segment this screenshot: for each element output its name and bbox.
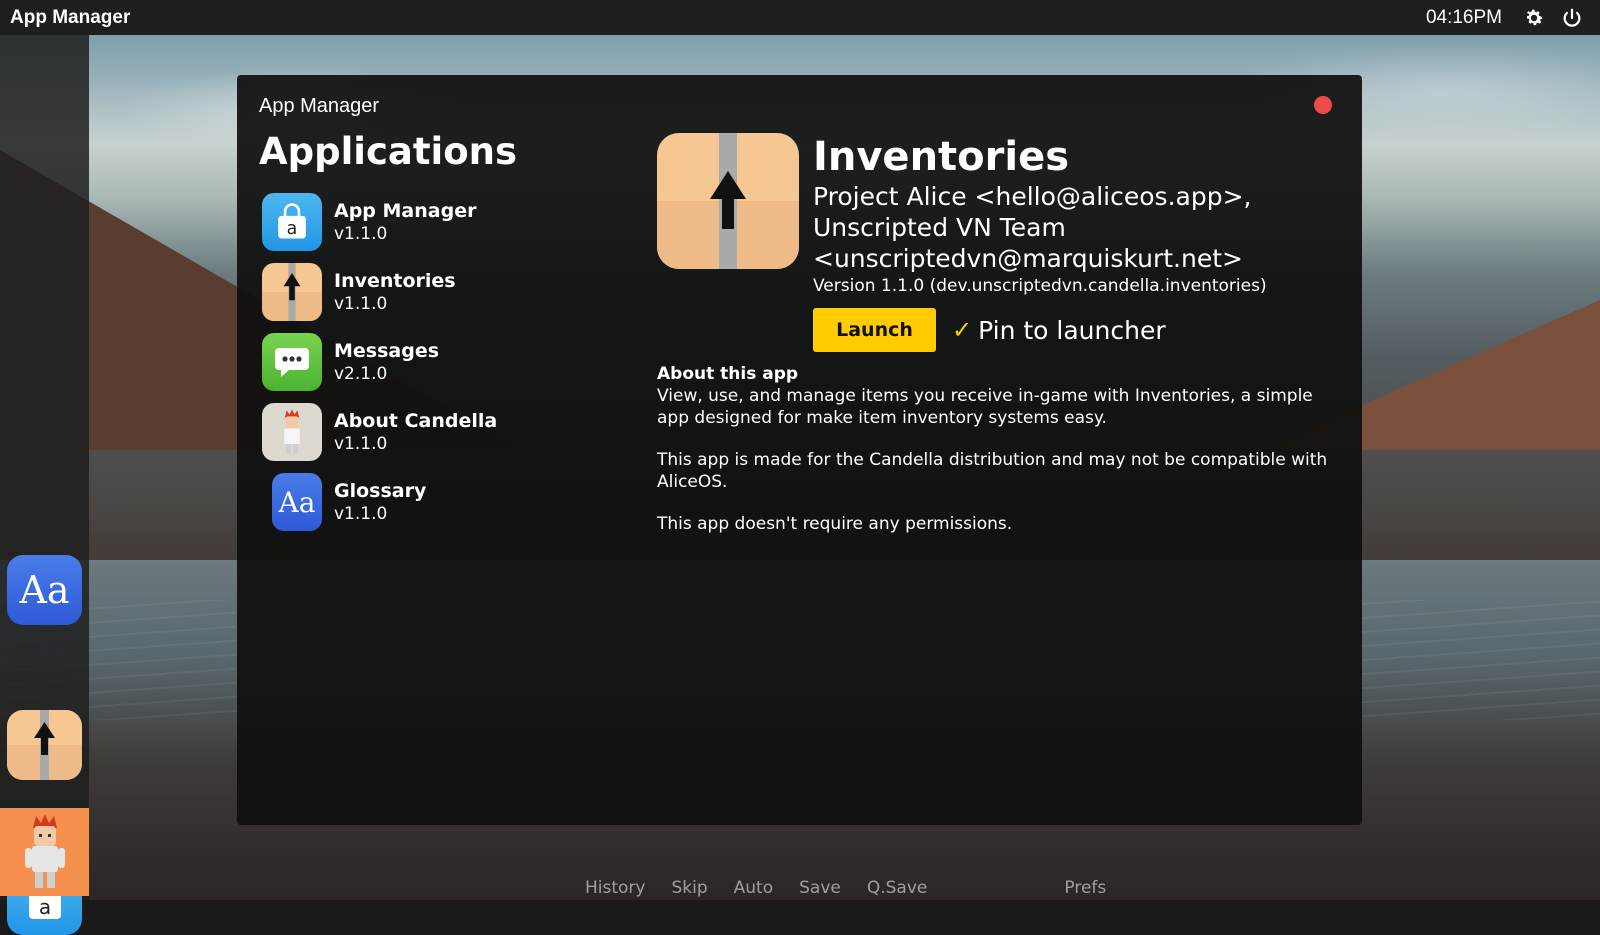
box-arrow-icon [657, 133, 799, 269]
about-section: About this app View, use, and manage ite… [657, 363, 1337, 555]
dock-item-inventories[interactable] [7, 710, 82, 780]
app-detail-header: Inventories Project Alice <hello@aliceos… [813, 133, 1333, 352]
close-button[interactable] [1314, 96, 1332, 114]
app-version-id: Version 1.1.0 (dev.unscriptedvn.candella… [813, 276, 1267, 296]
app-name: Glossary [334, 480, 427, 502]
window-title: App Manager [259, 95, 380, 117]
compatibility-note: This app is made for the Candella distri… [657, 450, 1328, 492]
application-list: a App Manager v1.1.0 Inventories v1.1.0 [262, 187, 497, 537]
chat-bubble-icon [262, 333, 322, 391]
skip-button[interactable]: Skip [671, 878, 707, 898]
app-detail-name: Inventories [813, 134, 1070, 180]
app-list-item-messages[interactable]: Messages v2.1.0 [262, 327, 497, 397]
app-name: Inventories [334, 270, 456, 292]
clock: 04:16PM [1425, 6, 1502, 28]
pin-to-launcher-label: Pin to launcher [978, 315, 1166, 345]
top-bar-status: 04:16PM [1426, 6, 1600, 30]
gear-icon[interactable] [1522, 6, 1546, 30]
app-list-item-about-candella[interactable]: About Candella v1.1.0 [262, 397, 497, 467]
active-app-title: App Manager [10, 6, 131, 28]
app-version: v1.1.0 [334, 294, 388, 314]
quick-save-button[interactable]: Q.Save [867, 878, 928, 898]
app-list-item-glossary[interactable]: Aa Glossary v1.1.0 [262, 467, 497, 537]
checkmark-icon: ✓ [952, 316, 973, 344]
prefs-button[interactable]: Prefs [1064, 878, 1106, 898]
app-name: App Manager [334, 200, 477, 222]
app-manager-window: App Manager Applications a App Manager v… [237, 75, 1362, 825]
top-bar: App Manager 04:16PM [0, 0, 1600, 35]
box-arrow-icon [7, 710, 82, 780]
glossary-icon: Aa [272, 473, 322, 531]
app-author-line: Project Alice <hello@aliceos.app>, [813, 182, 1252, 211]
avatar-icon [24, 814, 65, 888]
app-name: About Candella [334, 410, 498, 432]
app-name: Messages [334, 340, 440, 362]
dock-item-glossary[interactable]: Aa [7, 555, 82, 625]
about-description: View, use, and manage items you receive … [657, 386, 1313, 428]
app-list-item-inventories[interactable]: Inventories v1.1.0 [262, 257, 497, 327]
app-version: v1.1.0 [334, 504, 388, 524]
power-icon[interactable] [1560, 6, 1584, 30]
applications-heading: Applications [259, 130, 518, 173]
svg-text:a: a [287, 219, 298, 239]
pin-to-launcher-toggle[interactable]: ✓ Pin to launcher [952, 316, 1166, 345]
app-list-item-app-manager[interactable]: a App Manager v1.1.0 [262, 187, 497, 257]
permissions-note: This app doesn't require any permissions… [657, 514, 1013, 534]
app-version: v1.1.0 [334, 224, 388, 244]
save-button[interactable]: Save [799, 878, 841, 898]
app-author-line: <unscriptedvn@marquiskurt.net> [813, 244, 1243, 273]
dock-item-about-candella[interactable] [0, 808, 89, 896]
history-button[interactable]: History [585, 878, 645, 898]
svg-text:a: a [38, 895, 50, 919]
app-actions: Launch ✓ Pin to launcher [813, 308, 1333, 352]
avatar-icon [262, 403, 322, 461]
launch-button[interactable]: Launch [813, 308, 936, 352]
app-authors: Project Alice <hello@aliceos.app>, Unscr… [813, 181, 1333, 274]
quick-menu-spacer [953, 878, 1038, 898]
box-arrow-icon [262, 263, 322, 321]
dock: Aa a [0, 35, 89, 935]
app-version: v2.1.0 [334, 364, 388, 384]
store-bag-icon: a [262, 193, 322, 251]
quick-menu: History Skip Auto Save Q.Save Prefs [585, 878, 1106, 898]
app-author-line: Unscripted VN Team [813, 213, 1066, 242]
about-heading: About this app [657, 364, 799, 384]
app-version: v1.1.0 [334, 434, 388, 454]
auto-button[interactable]: Auto [734, 878, 773, 898]
glossary-icon: Aa [19, 568, 70, 612]
